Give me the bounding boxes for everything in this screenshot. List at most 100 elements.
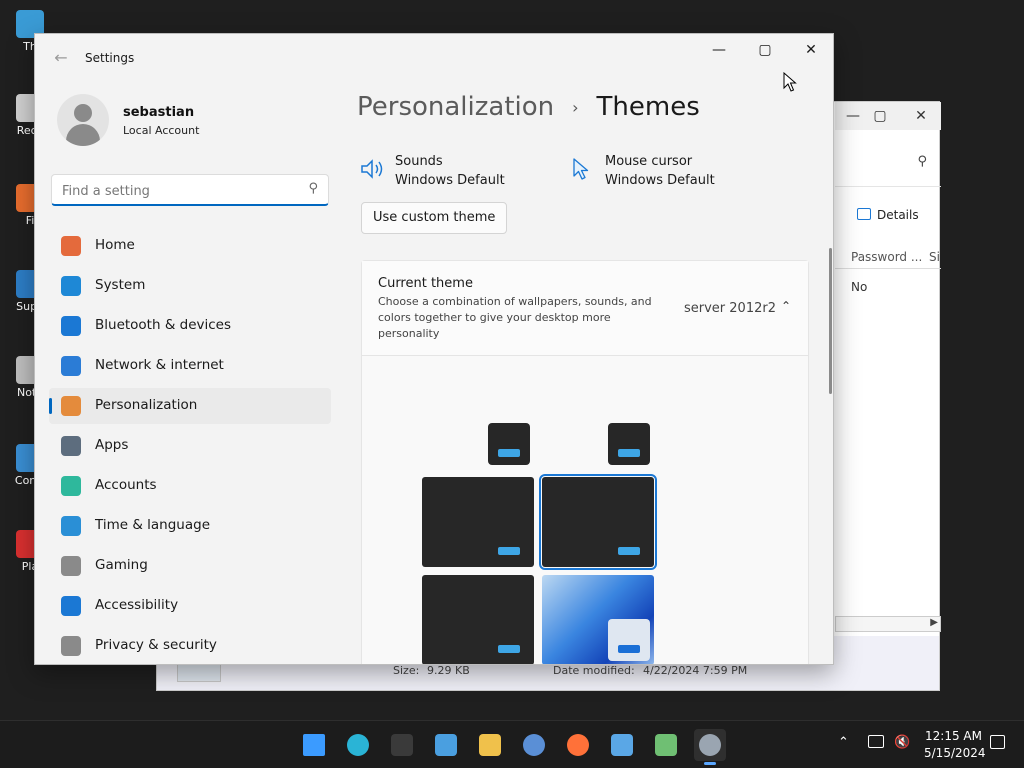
settings-window[interactable]: ← Settings — ▢ ✕ sebastian Local Account… [34,33,834,665]
sidebar-item-home[interactable]: Home [49,228,331,264]
firefox-app[interactable] [562,729,594,761]
registry-editor-app[interactable] [650,729,682,761]
remote-desktop-app[interactable] [430,729,462,761]
taskbar-accent [498,645,520,653]
avatar[interactable] [57,94,109,146]
sidebar-item-apps[interactable]: Apps [49,428,331,464]
column-header-size[interactable]: Si [929,250,940,264]
sidebar-item-time-language[interactable]: Time & language [49,508,331,544]
taskbar-accent [498,449,520,457]
sidebar-item-label: Accounts [95,477,157,493]
sounds-setting[interactable]: Sounds Windows Default [359,154,539,194]
clock-date[interactable]: 5/15/2024 [924,746,986,760]
desktop: Th Recy Fi Supe Note Contr Pla — ▢ ✕ ⚲ Details… [0,0,1024,720]
theme-tile-windows-bloom[interactable] [542,575,654,664]
search-icon: ⚲ [308,181,318,196]
sidebar-item-bluetooth-devices[interactable]: Bluetooth & devices [49,308,331,344]
chrome-icon [523,734,545,756]
sidebar-item-label: Personalization [95,397,198,413]
sidebar-item-network-internet[interactable]: Network & internet [49,348,331,384]
current-theme-value: server 2012r2 [684,301,776,316]
content-scrollbar[interactable] [829,248,832,394]
column-header-password[interactable]: Password ... [851,250,922,264]
start-icon [303,734,325,756]
current-theme-card: Current theme Choose a combination of wa… [361,260,809,664]
bg-window-titlebar: — ▢ ✕ [835,102,941,130]
settings-navigation: Home System Bluetooth & devices Network & i… [49,228,331,664]
start-button[interactable] [298,729,330,761]
notepad-app[interactable] [606,729,638,761]
taskbar-accent [618,547,640,555]
tray-chevron-icon[interactable]: ⌃ [838,735,849,750]
globe-clock-icon [61,516,81,536]
current-theme-header[interactable]: Current theme Choose a combination of wa… [362,261,808,356]
sidebar-item-privacy-security[interactable]: Privacy & security [49,628,331,664]
maximize-button[interactable]: ▢ [742,34,788,66]
bg-close-button[interactable]: ✕ [909,106,933,126]
scroll-right-icon[interactable]: ▶ [930,617,938,628]
gamepad-icon [61,556,81,576]
firefox-icon [567,734,589,756]
use-custom-theme-button[interactable]: Use custom theme [361,202,508,234]
current-theme-title: Current theme [378,276,473,291]
sounds-value: Windows Default [395,173,505,188]
bg-search-bar[interactable]: ⚲ [835,142,941,187]
terminal-app[interactable] [386,729,418,761]
theme-preview-small-2[interactable] [608,423,650,465]
notepad-icon [611,734,633,756]
chrome-app[interactable] [518,729,550,761]
sidebar-item-label: Bluetooth & devices [95,317,232,333]
registry-editor-icon [655,734,677,756]
current-theme-description: Choose a combination of wallpapers, soun… [378,295,652,340]
sidebar-item-gaming[interactable]: Gaming [49,548,331,584]
sidebar-item-label: Gaming [95,557,148,573]
mouse-cursor-setting[interactable]: Mouse cursor Windows Default [569,154,749,194]
details-pane-button[interactable]: Details [857,208,919,222]
status-date: 4/22/2024 7:59 PM [643,664,748,677]
breadcrumb-parent[interactable]: Personalization [357,92,554,122]
bg-minimize-button[interactable]: — [841,106,865,126]
edge-app[interactable] [342,729,374,761]
theme-preview-small-1[interactable] [488,423,530,465]
system-icon [61,276,81,296]
horizontal-scrollbar[interactable]: ▶ [835,616,941,632]
mouse-cursor-icon [783,72,797,92]
chevron-up-icon[interactable]: ⌃ [778,299,794,315]
close-button[interactable]: ✕ [788,34,833,66]
sidebar-item-label: Apps [95,437,129,453]
home-icon [61,236,81,256]
sidebar-item-label: Accessibility [95,597,179,613]
network-icon[interactable] [868,735,884,752]
user-name: sebastian [123,105,195,120]
edge-icon [347,734,369,756]
settings-search-box[interactable]: ⚲ [51,174,329,206]
sidebar-item-personalization[interactable]: Personalization [49,388,331,424]
column-headers: Password ... Si [835,246,941,269]
row-cell-password: No [851,280,868,294]
speaker-icon [361,159,383,179]
minimize-button[interactable]: — [696,34,742,66]
details-label: Details [877,208,919,222]
sidebar-item-system[interactable]: System [49,268,331,304]
sounds-label: Sounds [395,154,443,169]
status-size: 9.29 KB [427,664,470,677]
settings-app[interactable] [694,729,726,765]
search-input[interactable] [60,180,299,202]
sidebar-item-accessibility[interactable]: Accessibility [49,588,331,624]
shield-icon [61,636,81,656]
file-explorer-app[interactable] [474,729,506,761]
brush-icon [61,396,81,416]
apps-icon [61,436,81,456]
theme-tile-1[interactable] [422,477,534,567]
sidebar-item-accounts[interactable]: Accounts [49,468,331,504]
status-size-label: Size: [393,664,420,677]
notifications-icon[interactable] [990,735,1005,753]
theme-tile-3[interactable] [422,575,534,664]
clock-time[interactable]: 12:15 AM [924,729,982,743]
wifi-icon [61,356,81,376]
back-arrow-icon[interactable]: ← [51,48,71,68]
bg-maximize-button[interactable]: ▢ [868,106,892,126]
sidebar-item-label: Network & internet [95,357,224,373]
volume-muted-icon[interactable]: 🔇 [894,735,910,750]
theme-tile-2-selected[interactable] [539,474,657,570]
